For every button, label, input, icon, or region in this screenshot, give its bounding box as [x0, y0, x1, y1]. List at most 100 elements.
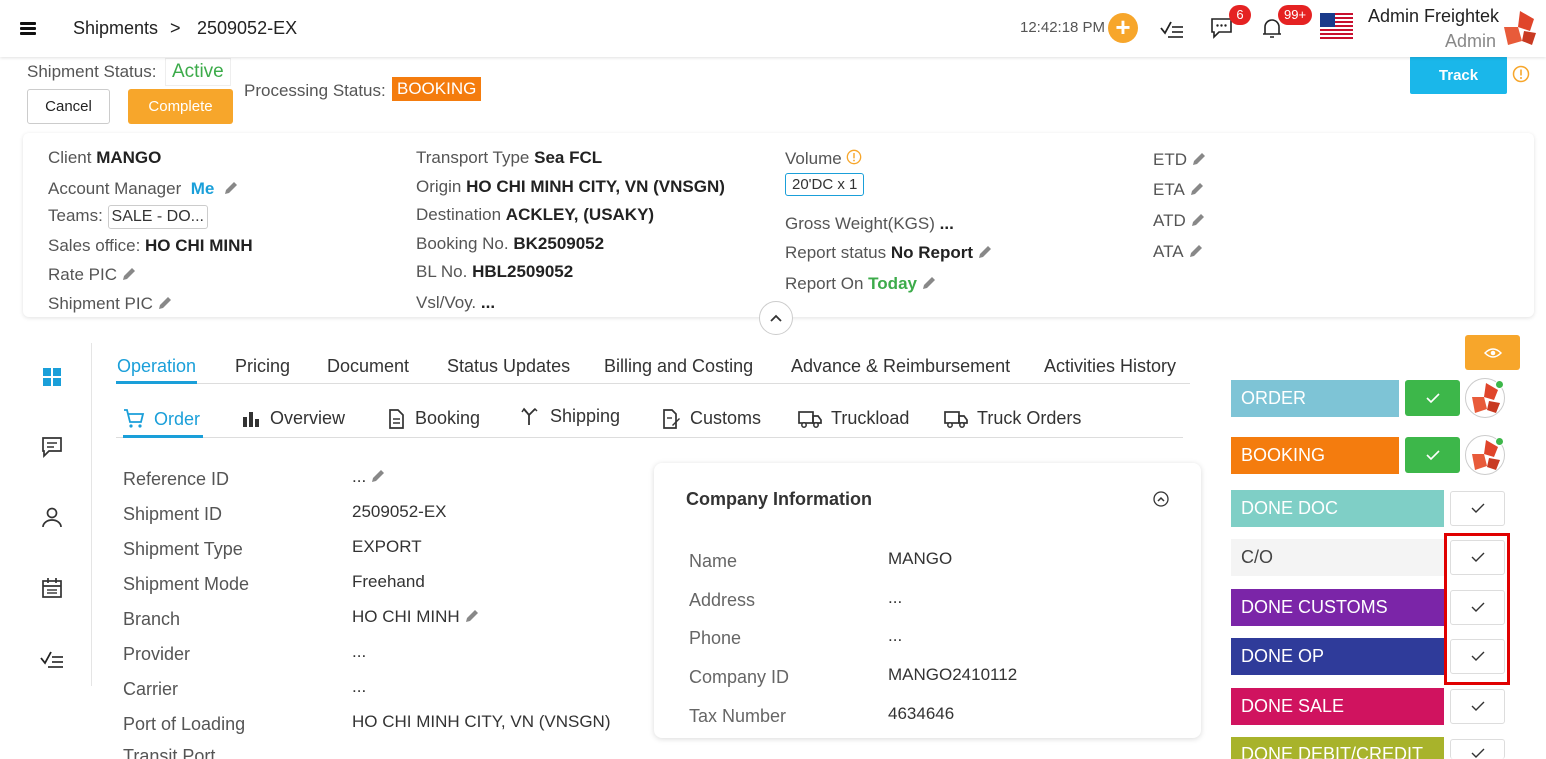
document-edit-icon: [663, 408, 680, 429]
edit-pencil-icon[interactable]: [1190, 212, 1206, 228]
volume-info-icon[interactable]: [846, 149, 862, 165]
user-name[interactable]: Admin Freightek: [1368, 6, 1499, 27]
report-status-label: Report status: [785, 243, 887, 262]
stage-booking: BOOKING: [1231, 437, 1399, 474]
us-flag-icon[interactable]: [1320, 13, 1353, 39]
user-icon[interactable]: [40, 505, 64, 529]
edit-pencil-icon[interactable]: [1189, 181, 1205, 197]
shipment-info-card: [23, 133, 1534, 317]
shipment-type-value: EXPORT: [352, 537, 422, 556]
checklist-icon[interactable]: [1160, 17, 1184, 39]
teams-label: Teams:: [48, 206, 103, 225]
bl-no-row: BL No. HBL2509052: [416, 262, 573, 282]
shipment-pic-label: Shipment PIC: [48, 294, 153, 313]
stage-done-doc-check-button[interactable]: [1450, 491, 1505, 526]
eta-row: ETA: [1153, 180, 1205, 200]
branch-text: HO CHI MINH: [352, 607, 460, 626]
cart-icon: [124, 409, 145, 428]
tab-document[interactable]: Document: [327, 356, 409, 377]
stage-done-sale-check-button[interactable]: [1450, 689, 1505, 724]
warning-info-icon[interactable]: [1512, 65, 1530, 83]
tab-activities-history[interactable]: Activities History: [1044, 356, 1176, 377]
cancel-button[interactable]: Cancel: [27, 89, 110, 124]
account-manager-value[interactable]: Me: [191, 179, 215, 198]
company-id-value: MANGO2410112: [888, 665, 1018, 684]
atd-label: ATD: [1153, 211, 1186, 230]
subtab-truckload[interactable]: Truckload: [798, 408, 909, 429]
company-phone-value: ...: [888, 626, 903, 645]
transit-port-label: Transit Port: [123, 746, 216, 759]
check-icon: [1425, 449, 1440, 460]
edit-pencil-icon[interactable]: [1188, 243, 1204, 259]
subtab-order-label: Order: [154, 408, 201, 429]
edit-pencil-icon[interactable]: [223, 180, 239, 196]
breadcrumb-separator: >: [170, 18, 181, 38]
stage-order: ORDER: [1231, 380, 1399, 417]
edit-pencil-icon[interactable]: [977, 244, 993, 260]
carrier-label: Carrier: [123, 679, 179, 699]
client-row: Client MANGO: [48, 148, 161, 168]
company-info-title: Company Information: [686, 489, 873, 509]
comment-icon[interactable]: [40, 435, 64, 459]
stage-done-debit-credit-check-button[interactable]: [1450, 739, 1505, 759]
volume-row: Volume: [785, 149, 862, 169]
collapse-circle-icon[interactable]: [1153, 491, 1169, 507]
shipment-pic-row: Shipment PIC: [48, 294, 173, 314]
stage-order-done-button[interactable]: [1405, 380, 1460, 416]
breadcrumb-root[interactable]: Shipments: [73, 18, 158, 39]
shipment-mode-value: Freehand: [352, 572, 425, 591]
subtab-truckload-label: Truckload: [831, 408, 910, 428]
edit-pencil-icon[interactable]: [157, 295, 173, 311]
company-name-value: MANGO: [888, 549, 953, 568]
notification-badge: 99+: [1278, 5, 1313, 25]
stage-booking-done-button[interactable]: [1405, 437, 1460, 473]
subtab-customs[interactable]: Customs: [661, 408, 761, 429]
add-icon[interactable]: +: [1108, 13, 1138, 43]
subtab-shipping-label: Shipping: [550, 406, 621, 426]
tab-billing-and-costing[interactable]: Billing and Costing: [604, 356, 753, 377]
edit-pencil-icon[interactable]: [464, 608, 480, 624]
dashboard-grid-icon[interactable]: [40, 365, 64, 389]
company-logo-icon[interactable]: [1500, 9, 1540, 49]
port-of-loading-value: HO CHI MINH CITY, VN (VNSGN): [352, 712, 611, 731]
edit-pencil-icon[interactable]: [1191, 151, 1207, 167]
view-toggle-button[interactable]: [1465, 335, 1520, 370]
bl-no-label: BL No.: [416, 262, 468, 281]
stage-done-customs: DONE CUSTOMS: [1231, 589, 1444, 626]
online-status-dot: [1495, 437, 1504, 446]
tab-pricing[interactable]: Pricing: [235, 356, 290, 377]
subtab-shipping[interactable]: Shipping: [521, 406, 620, 427]
subtab-overview[interactable]: Overview: [241, 408, 345, 429]
subtab-order[interactable]: Order: [123, 408, 200, 430]
check-icon: [1425, 392, 1440, 403]
task-list-icon[interactable]: [40, 646, 64, 670]
edit-pencil-icon[interactable]: [121, 266, 137, 282]
tax-number-label: Tax Number: [689, 706, 787, 726]
subtab-booking[interactable]: Booking: [386, 408, 480, 429]
shipment-id-label: Shipment ID: [123, 504, 223, 524]
highlight-box: [1444, 533, 1510, 685]
report-on-value: Today: [868, 274, 917, 293]
company-address-value: ...: [888, 588, 903, 607]
account-manager-row: Account Manager Me: [48, 179, 239, 199]
complete-button[interactable]: Complete: [128, 89, 233, 124]
tab-advance-reimbursement[interactable]: Advance & Reimbursement: [791, 356, 1010, 377]
company-phone-label: Phone: [689, 628, 742, 648]
track-button[interactable]: Track: [1410, 56, 1507, 94]
tab-status-updates[interactable]: Status Updates: [447, 356, 570, 377]
report-on-row: Report On Today: [785, 274, 937, 294]
subtab-customs-label: Customs: [690, 408, 762, 428]
edit-pencil-icon[interactable]: [921, 275, 937, 291]
subtab-active-indicator: [123, 435, 203, 438]
online-status-dot: [1495, 380, 1504, 389]
collapse-toggle-button[interactable]: [759, 301, 793, 335]
teams-value[interactable]: SALE - DO...: [107, 205, 208, 229]
menu-icon[interactable]: [20, 20, 36, 37]
subtab-truck-orders[interactable]: Truck Orders: [944, 408, 1081, 429]
report-status-value: No Report: [890, 243, 974, 262]
calendar-icon[interactable]: [40, 576, 64, 600]
gross-weight-label: Gross Weight(KGS): [785, 214, 935, 233]
sales-office-value: HO CHI MINH: [145, 236, 253, 255]
tab-operation[interactable]: Operation: [117, 356, 196, 377]
edit-pencil-icon[interactable]: [370, 468, 386, 484]
